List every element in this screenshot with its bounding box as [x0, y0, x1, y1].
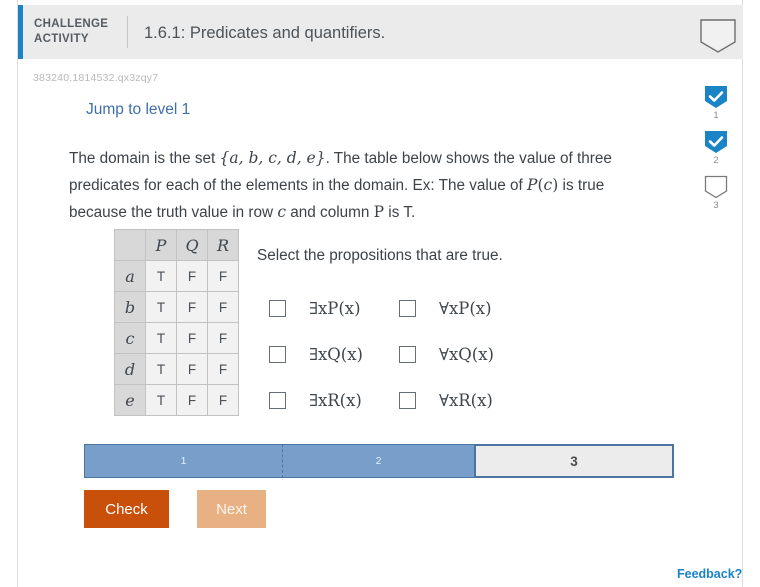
truth-table-cell: T	[145, 322, 177, 354]
header-accent-bar	[18, 5, 23, 59]
table-row: a T F F	[114, 260, 239, 292]
checkbox-exists-q[interactable]	[269, 345, 286, 363]
table-row: b T F F	[114, 291, 239, 323]
rail-number: 2	[713, 155, 719, 166]
proposition-option-exists-q[interactable]: ∃xQ(x)	[269, 345, 399, 364]
proposition-label: ∀xR(x)	[439, 390, 493, 410]
prompt-part-4: and column	[286, 204, 374, 221]
truth-table-cell: F	[207, 291, 239, 323]
truth-table-header-row: P Q R	[114, 229, 239, 261]
problem-statement: The domain is the set {a, b, c, d, e}. T…	[69, 145, 644, 226]
rail-number: 1	[713, 110, 719, 121]
header-progress-badge-icon	[700, 19, 736, 53]
feedback-link[interactable]: Feedback?	[677, 567, 742, 581]
truth-table-corner-cell	[114, 229, 146, 261]
truth-table: P Q R a T F F b T F F c T F F d T F F e …	[114, 229, 239, 416]
truth-table-row-label: a	[114, 260, 146, 292]
proposition-label: ∃xQ(x)	[309, 344, 363, 364]
domain-set: {a, b, c, d, e}	[219, 149, 326, 167]
checkbox-forall-q[interactable]	[399, 345, 416, 363]
truth-table-col-q: Q	[176, 229, 208, 261]
proposition-row: ∃xP(x) ∀xP(x)	[269, 285, 599, 331]
proposition-label: ∀xP(x)	[439, 298, 492, 318]
table-row: e T F F	[114, 384, 239, 416]
activity-card: CHALLENGE ACTIVITY 1.6.1: Predicates and…	[17, 0, 743, 587]
truth-table-cell: F	[176, 353, 208, 385]
kicker-line-2: ACTIVITY	[34, 33, 89, 45]
propositions-grid: ∃xP(x) ∀xP(x) ∃xQ(x) ∀xQ(x) ∃xR(x) ∀xR(x…	[269, 285, 599, 423]
challenge-activity-kicker: CHALLENGE ACTIVITY	[34, 17, 126, 47]
proposition-option-forall-q[interactable]: ∀xQ(x)	[399, 345, 529, 364]
truth-table-cell: F	[207, 353, 239, 385]
next-button[interactable]: Next	[197, 490, 266, 528]
rail-item-3[interactable]: 3	[700, 175, 732, 211]
proposition-label: ∃xP(x)	[309, 298, 361, 318]
truth-table-col-r: R	[207, 229, 239, 261]
truth-table-cell: T	[145, 260, 177, 292]
truth-table-cell: F	[207, 260, 239, 292]
page-title: 1.6.1: Predicates and quantifiers.	[144, 24, 386, 42]
truth-table-cell: F	[176, 384, 208, 416]
truth-table-row-label: c	[114, 322, 146, 354]
truth-table-cell: F	[176, 322, 208, 354]
checkbox-forall-p[interactable]	[399, 299, 416, 317]
activity-header: CHALLENGE ACTIVITY 1.6.1: Predicates and…	[18, 5, 743, 59]
truth-table-col-p: P	[145, 229, 177, 261]
proposition-option-exists-r[interactable]: ∃xR(x)	[269, 391, 399, 410]
level-indicator-rail: 1 2 3	[700, 85, 732, 220]
checkbox-exists-r[interactable]	[269, 391, 286, 409]
truth-table-cell: T	[145, 384, 177, 416]
truth-table-cell: F	[207, 322, 239, 354]
table-row: d T F F	[114, 353, 239, 385]
truth-table-row-label: e	[114, 384, 146, 416]
progress-segment-2[interactable]: 2	[282, 444, 474, 478]
rail-item-2[interactable]: 2	[700, 130, 732, 166]
truth-table-row-label: b	[114, 291, 146, 323]
truth-table-cell: F	[176, 291, 208, 323]
progress-segment-3[interactable]: 3	[474, 444, 674, 478]
prompt-row-variable: c	[277, 203, 287, 221]
rail-item-1[interactable]: 1	[700, 85, 732, 121]
proposition-option-forall-r[interactable]: ∀xR(x)	[399, 391, 529, 410]
activity-id-label: 383240.1814532.qx3zqy7	[33, 72, 159, 84]
truth-table-row-label: d	[114, 353, 146, 385]
checkbox-forall-r[interactable]	[399, 391, 416, 409]
proposition-row: ∃xR(x) ∀xR(x)	[269, 377, 599, 423]
page-root: CHALLENGE ACTIVITY 1.6.1: Predicates and…	[0, 0, 760, 587]
check-badge-icon	[705, 131, 727, 153]
select-propositions-label: Select the propositions that are true.	[257, 247, 503, 264]
truth-table-cell: F	[176, 260, 208, 292]
proposition-option-forall-p[interactable]: ∀xP(x)	[399, 299, 529, 318]
jump-to-level-link[interactable]: Jump to level 1	[86, 101, 190, 119]
proposition-row: ∃xQ(x) ∀xQ(x)	[269, 331, 599, 377]
prompt-part-1: The domain is the set	[69, 150, 220, 167]
level-progress-bar: 1 2 3	[84, 444, 674, 478]
header-divider	[127, 16, 128, 48]
rail-number: 3	[713, 200, 719, 211]
check-badge-icon	[705, 86, 727, 108]
table-row: c T F F	[114, 322, 239, 354]
truth-table-cell: F	[207, 384, 239, 416]
checkbox-exists-p[interactable]	[269, 299, 286, 317]
progress-segment-1[interactable]: 1	[84, 444, 282, 478]
truth-table-cell: T	[145, 353, 177, 385]
proposition-option-exists-p[interactable]: ∃xP(x)	[269, 299, 399, 318]
prompt-column-variable: P	[373, 203, 385, 221]
empty-badge-icon	[704, 175, 728, 199]
prompt-part-5: is T.	[384, 204, 416, 221]
proposition-label: ∃xR(x)	[309, 390, 362, 410]
truth-table-cell: T	[145, 291, 177, 323]
kicker-line-1: CHALLENGE	[34, 18, 109, 30]
example-predicate: P(c)	[527, 176, 559, 194]
check-button[interactable]: Check	[84, 490, 169, 528]
proposition-label: ∀xQ(x)	[439, 344, 494, 364]
